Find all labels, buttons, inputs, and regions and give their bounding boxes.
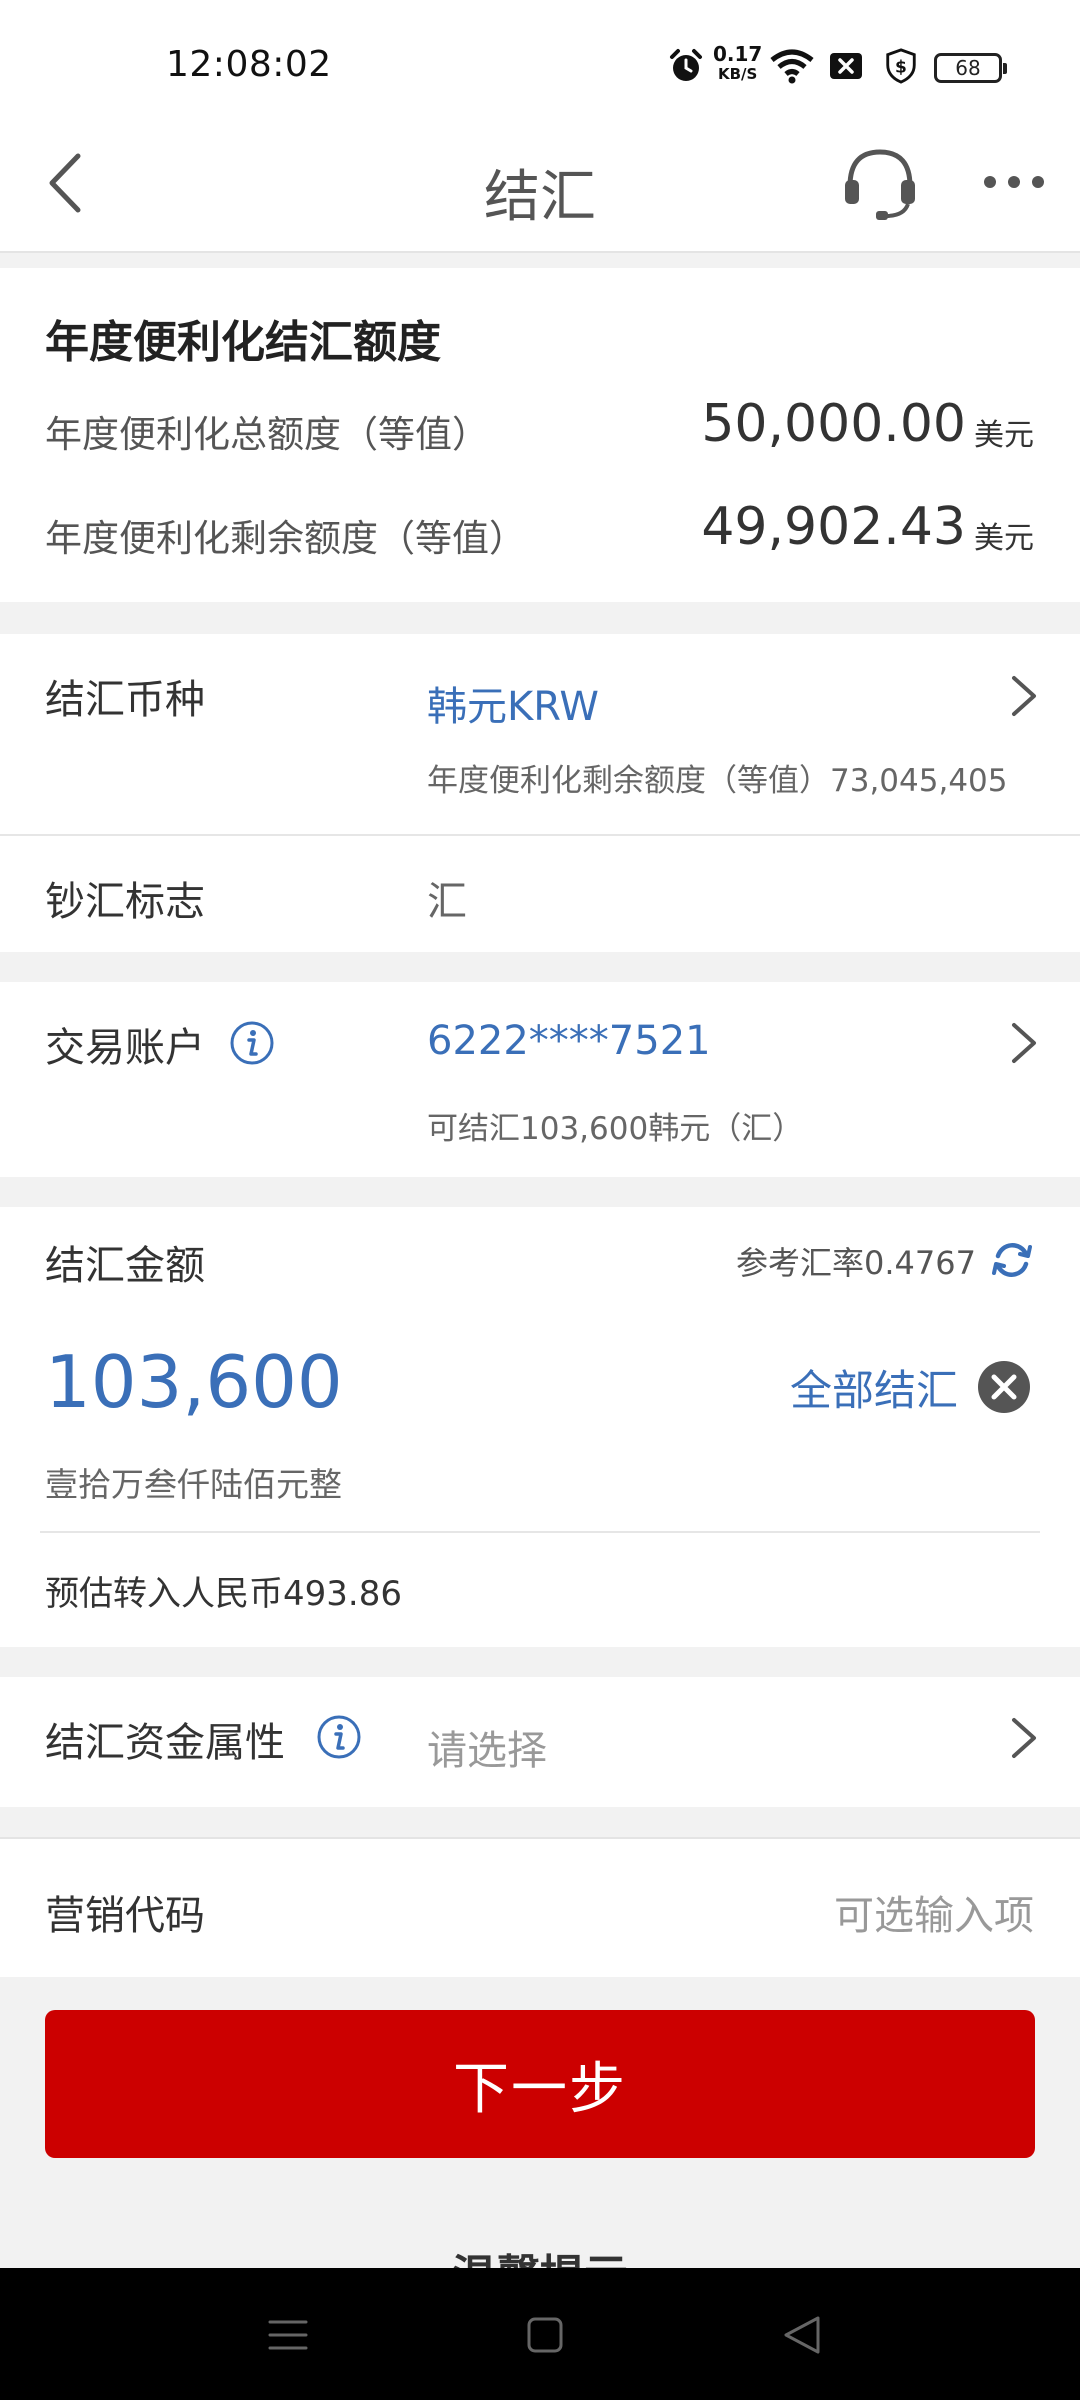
battery-icon: 68 (934, 53, 1007, 83)
wifi-icon (770, 49, 814, 84)
svg-text:$: $ (895, 58, 907, 78)
home-icon[interactable] (526, 2316, 564, 2354)
chevron-right-icon[interactable] (1008, 1021, 1040, 1065)
amount-label: 结汇金额 (45, 1243, 205, 1289)
info-icon[interactable] (229, 1020, 275, 1066)
tips-title: 温馨提示 (0, 2240, 1080, 2268)
clear-icon[interactable] (976, 1359, 1032, 1415)
close-box-icon (830, 53, 862, 79)
refresh-icon[interactable] (990, 1238, 1034, 1282)
more-dots-icon[interactable] (982, 170, 1046, 194)
cash-flag-value: 汇 (427, 879, 467, 925)
quota-title: 年度便利化结汇额度 (45, 317, 441, 368)
currency-label: 结汇币种 (45, 677, 205, 723)
total-quota-amount: 50,000.00 (701, 394, 966, 454)
next-button[interactable]: 下一步 (45, 2010, 1035, 2158)
currency-row[interactable] (0, 634, 1080, 834)
cash-flag-label: 钞汇标志 (45, 879, 205, 925)
marketing-code-label: 营销代码 (45, 1893, 205, 1939)
account-label: 交易账户 (45, 1025, 205, 1071)
amount-chinese: 壹拾万叁仟陆佰元整 (45, 1465, 342, 1504)
chevron-right-icon[interactable] (1008, 1716, 1040, 1760)
currency-remaining-quota: 年度便利化剩余额度（等值）73,045,405 (427, 763, 1008, 799)
total-quota-unit: 美元 (974, 418, 1034, 453)
status-time: 12:08:02 (166, 44, 332, 85)
remaining-quota-amount: 49,902.43 (701, 497, 966, 557)
estimated-cny: 预估转入人民币493.86 (45, 1574, 402, 1614)
headset-icon[interactable] (842, 146, 918, 222)
menu-icon[interactable] (268, 2318, 308, 2352)
page-title: 结汇 (484, 165, 596, 230)
divider (0, 834, 1080, 836)
status-bar (0, 0, 1080, 125)
fund-attribute-select[interactable]: 请选择 (427, 1718, 547, 1776)
back-nav-icon[interactable] (782, 2314, 822, 2356)
exchange-rate: 参考汇率0.4767 (736, 1244, 976, 1282)
currency-value[interactable]: 韩元KRW (427, 674, 599, 732)
all-settle-button[interactable]: 全部结汇 (790, 1357, 958, 1418)
total-quota-label: 年度便利化总额度（等值） (45, 413, 489, 456)
fund-attribute-label: 结汇资金属性 (45, 1720, 285, 1766)
account-number[interactable]: 6222****7521 (427, 1018, 711, 1064)
remaining-quota-label: 年度便利化剩余额度（等值） (45, 517, 526, 560)
shield-dollar-icon: $ (886, 48, 916, 84)
net-speed-value: 0.17 (713, 42, 763, 66)
amount-input[interactable]: 103,600 (45, 1340, 343, 1424)
net-speed-unit: KB/S (718, 65, 758, 83)
chevron-right-icon[interactable] (1008, 674, 1040, 718)
alarm-icon (670, 49, 702, 81)
info-icon[interactable] (316, 1714, 362, 1760)
remaining-quota-unit: 美元 (974, 521, 1034, 556)
divider (40, 1531, 1040, 1533)
marketing-code-input[interactable]: 可选输入项 (834, 1883, 1034, 1941)
account-available: 可结汇103,600韩元（汇） (427, 1111, 804, 1147)
net-speed: 0.17 KB/S (713, 44, 762, 84)
